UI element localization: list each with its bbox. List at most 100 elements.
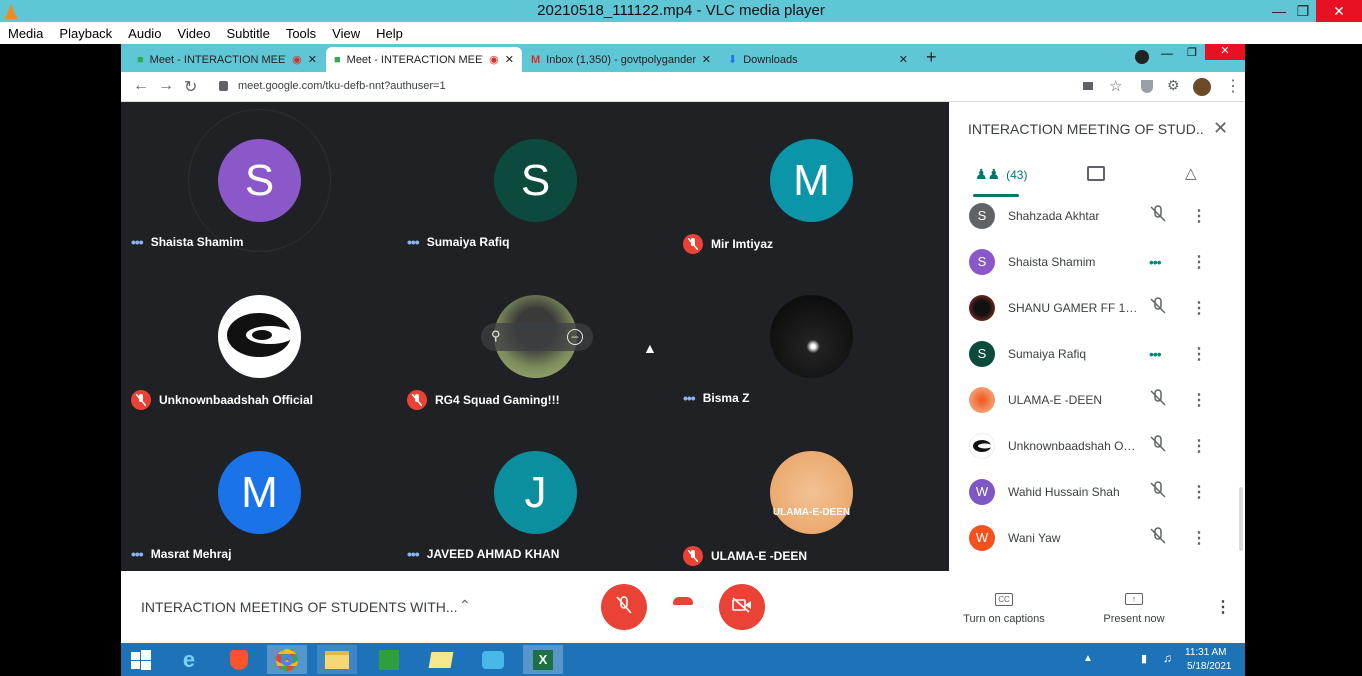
tab-gmail[interactable]: M Inbox (1,350) - govtpolyganderb ✕ <box>523 47 719 72</box>
menu-media[interactable]: Media <box>0 26 51 41</box>
tab-downloads[interactable]: ⬇ Downloads ✕ <box>720 47 916 72</box>
vlc-cone-icon <box>4 3 18 19</box>
participant-row[interactable]: SHANU GAMER FF 1924 ⋮ <box>949 285 1245 331</box>
pin-icon[interactable]: ⚲ <box>491 328 501 344</box>
participant-tile[interactable]: ULAMA-E-DEEN ULAMA-E -DEEN <box>673 414 949 570</box>
panel-scrollbar[interactable] <box>1239 487 1243 551</box>
participant-tile[interactable]: ••• Bisma Z <box>673 258 949 414</box>
present-now-button[interactable]: ↑ Present now <box>1091 589 1177 625</box>
participant-tile[interactable]: S ••• Shaista Shamim <box>121 102 397 258</box>
participant-row[interactable]: ULAMA-E -DEEN ⋮ <box>949 377 1245 423</box>
camera-app-icon[interactable] <box>473 645 513 674</box>
more-options-icon[interactable]: ⋮ <box>1191 252 1207 272</box>
leave-call-button[interactable] <box>673 597 693 605</box>
captions-button[interactable]: CC Turn on captions <box>961 589 1047 625</box>
close-tab-icon[interactable]: ✕ <box>899 53 908 66</box>
participant-tile[interactable]: S ••• Sumaiya Rafiq <box>397 102 673 258</box>
menu-subtitle[interactable]: Subtitle <box>218 26 277 41</box>
close-window-button[interactable]: ✕ <box>1316 0 1362 22</box>
menu-view[interactable]: View <box>324 26 368 41</box>
participant-tile[interactable]: J ••• JAVEED AHMAD KHAN <box>397 414 673 570</box>
store-icon[interactable] <box>369 645 409 674</box>
brave-icon[interactable] <box>219 645 259 674</box>
mic-off-icon <box>1149 526 1167 550</box>
chrome-icon[interactable] <box>267 645 307 674</box>
url-field[interactable]: meet.google.com/tku-defb-nnt?authuser=1 <box>238 80 446 92</box>
mic-off-icon <box>1149 204 1167 228</box>
tray-up-icon[interactable]: ▲ <box>1083 653 1093 664</box>
participant-row[interactable]: S Sumaiya Rafiq ••• ⋮ <box>949 331 1245 377</box>
new-tab-icon[interactable]: + <box>926 47 937 68</box>
remove-icon[interactable]: – <box>567 329 583 345</box>
participant-name: Unknownbaadshah Official <box>131 390 313 410</box>
back-icon[interactable]: ← <box>133 77 149 95</box>
menu-video[interactable]: Video <box>169 26 218 41</box>
more-options-icon[interactable]: ⋮ <box>1191 528 1207 548</box>
mic-toggle-button[interactable] <box>601 584 647 630</box>
participant-row[interactable]: S Shaista Shamim ••• ⋮ <box>949 239 1245 285</box>
clock-date[interactable]: 5/18/2021 <box>1187 661 1232 672</box>
tab-meet-1[interactable]: ■ Meet - INTERACTION MEETI ◉ ✕ <box>129 47 325 72</box>
more-options-icon[interactable]: ⋮ <box>1215 597 1231 617</box>
chevron-up-icon[interactable]: ⌃ <box>459 597 471 614</box>
browser-close-icon[interactable]: ✕ <box>1205 44 1245 60</box>
tile-hover-controls: ⚲ – <box>481 323 593 351</box>
camera-icon[interactable] <box>1083 82 1093 90</box>
participant-tile[interactable]: ⚲ – RG4 Squad Gaming!!! <box>397 258 673 414</box>
forward-icon[interactable]: → <box>158 77 174 95</box>
tab-meet-2[interactable]: ■ Meet - INTERACTION MEETI ◉ ✕ <box>326 47 522 72</box>
participant-tile[interactable]: M ••• Masrat Mehraj <box>121 414 397 570</box>
clock-time[interactable]: 11:31 AM <box>1185 647 1227 658</box>
tab-search-icon[interactable] <box>1135 50 1149 64</box>
internet-explorer-icon[interactable]: e <box>169 645 209 674</box>
activities-icon[interactable]: △ <box>1185 164 1197 182</box>
network-icon[interactable]: ▮ <box>1141 652 1147 665</box>
profile-avatar[interactable] <box>1193 78 1211 96</box>
extensions-puzzle-icon[interactable]: ⚙ <box>1167 77 1180 94</box>
mic-off-icon <box>683 546 703 566</box>
close-tab-icon[interactable]: ✕ <box>702 53 711 66</box>
participant-row[interactable]: S Shahzada Akhtar ⋮ <box>949 193 1245 239</box>
chat-icon[interactable] <box>1087 166 1105 181</box>
camera-toggle-button[interactable] <box>719 584 765 630</box>
browser-menu-icon[interactable]: ⋮ <box>1225 76 1241 96</box>
meeting-title[interactable]: INTERACTION MEETING OF STUDENTS WITH... <box>141 599 458 615</box>
participant-row[interactable]: Unknownbaadshah Offi... ⋮ <box>949 423 1245 469</box>
mic-off-icon <box>683 234 703 254</box>
close-tab-icon[interactable]: ✕ <box>308 53 317 66</box>
close-panel-icon[interactable]: ✕ <box>1213 118 1228 139</box>
window-title: 20210518_111122.mp4 - VLC media player <box>537 2 825 19</box>
more-options-icon[interactable]: ⋮ <box>1191 482 1207 502</box>
menu-playback[interactable]: Playback <box>51 26 120 41</box>
file-explorer-icon[interactable] <box>317 645 357 674</box>
avatar: S <box>969 341 995 367</box>
bookmark-star-icon[interactable]: ☆ <box>1109 77 1122 95</box>
more-options-icon[interactable]: ⋮ <box>1191 206 1207 226</box>
menu-audio[interactable]: Audio <box>120 26 169 41</box>
tab-people[interactable]: ♟♟ (43) <box>975 166 1027 183</box>
browser-minimize-icon[interactable]: — <box>1161 46 1173 60</box>
more-options-icon[interactable]: ⋮ <box>1191 390 1207 410</box>
participant-row[interactable]: W Wahid Hussain Shah ⋮ <box>949 469 1245 515</box>
excel-icon[interactable]: X <box>523 645 563 674</box>
windows-start-icon[interactable] <box>121 645 161 674</box>
volume-icon[interactable]: ♫ <box>1163 651 1172 665</box>
browser-restore-icon[interactable]: ❐ <box>1187 46 1197 59</box>
participant-row[interactable]: W Wani Yaw ⋮ <box>949 515 1245 561</box>
reload-icon[interactable]: ↻ <box>184 77 197 97</box>
menu-help[interactable]: Help <box>368 26 411 41</box>
more-options-icon[interactable]: ⋮ <box>1191 344 1207 364</box>
sticky-notes-icon[interactable] <box>421 645 461 674</box>
participant-tile[interactable]: Unknownbaadshah Official <box>121 258 397 414</box>
meet-icon: ■ <box>334 53 341 66</box>
restore-button[interactable]: ❐ <box>1286 0 1320 22</box>
menu-tools[interactable]: Tools <box>278 26 324 41</box>
more-options-icon[interactable]: ⋮ <box>1191 436 1207 456</box>
shield-extension-icon[interactable] <box>1141 80 1153 93</box>
participant-tile[interactable]: M Mir Imtiyaz <box>673 102 949 258</box>
video-grid: S ••• Shaista Shamim S ••• Sumaiya Rafiq M… <box>121 102 949 571</box>
more-options-icon[interactable]: ⋮ <box>1191 298 1207 318</box>
mic-off-icon <box>1149 480 1167 504</box>
participant-name: ••• Shaista Shamim <box>131 234 244 250</box>
close-tab-icon[interactable]: ✕ <box>505 53 514 66</box>
